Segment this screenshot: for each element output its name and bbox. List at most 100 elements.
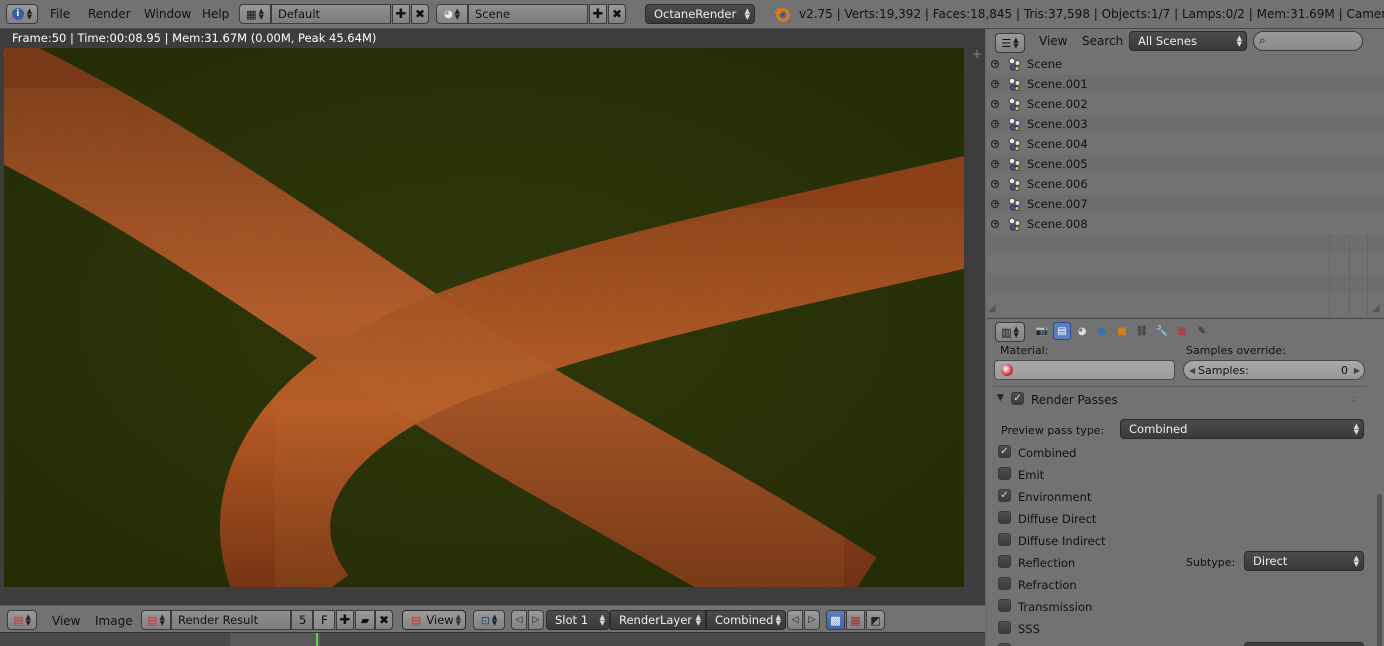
- panel-drag-handle-icon[interactable]: ::::: [1349, 394, 1357, 403]
- menu-help[interactable]: Help: [202, 7, 229, 21]
- tab-scene[interactable]: ◕: [1073, 322, 1091, 340]
- render-passes-enable-checkbox[interactable]: ✓: [1011, 392, 1024, 405]
- outliner-search-input[interactable]: ⌕: [1253, 31, 1363, 51]
- image-editor[interactable]: Frame:50 | Time:00:08.95 | Mem:31.67M (0…: [0, 29, 985, 605]
- menu-file[interactable]: File: [50, 7, 70, 21]
- preview-pass-type-dropdown[interactable]: Combined ▲ ▼: [1120, 419, 1364, 439]
- outliner-item-scene-008[interactable]: + Scene.008: [987, 214, 1384, 234]
- resize-corner-icon[interactable]: ◢: [988, 303, 996, 314]
- combined-label: Combined: [1018, 446, 1077, 460]
- layout-grid-icon: ▦: [246, 7, 257, 21]
- expand-toggle-icon[interactable]: +: [991, 120, 999, 128]
- resize-corner-icon[interactable]: ◢: [1372, 303, 1380, 314]
- outliner-item-scene-006[interactable]: + Scene.006: [987, 174, 1384, 194]
- delete-layout-button[interactable]: ✖: [411, 4, 429, 24]
- render-result-image[interactable]: [4, 48, 964, 587]
- emit-checkbox[interactable]: [998, 467, 1011, 480]
- expand-toggle-icon[interactable]: +: [991, 180, 999, 188]
- slot-previous-button[interactable]: ◁: [511, 610, 527, 630]
- tab-constraints[interactable]: ⛓: [1133, 322, 1151, 340]
- outliner-item-scene-004[interactable]: + Scene.004: [987, 134, 1384, 154]
- outliner-item-scene[interactable]: + Scene: [987, 54, 1384, 74]
- refraction-checkbox[interactable]: [998, 577, 1011, 590]
- environment-checkbox[interactable]: ✓: [998, 489, 1011, 502]
- current-frame-indicator: [316, 633, 318, 646]
- menu-render[interactable]: Render: [88, 7, 131, 21]
- image-users-count[interactable]: 5: [291, 610, 313, 630]
- outliner-item-label: Scene.003: [1027, 117, 1088, 131]
- combined-checkbox[interactable]: ✓: [998, 445, 1011, 458]
- cut-off-dropdown[interactable]: [1244, 642, 1364, 646]
- pivot-dropdown[interactable]: ⊡ ▲ ▼: [473, 610, 505, 630]
- slot-next-button[interactable]: ▷: [528, 610, 544, 630]
- screen-layout-browse-button[interactable]: ▦ ▲ ▼: [239, 4, 271, 24]
- delete-scene-button[interactable]: ✖: [608, 4, 626, 24]
- material-field[interactable]: [994, 360, 1175, 380]
- expand-toggle-icon[interactable]: +: [991, 140, 999, 148]
- outliner-editor[interactable]: ☰ ▲ ▼ View Search All Scenes ▲ ▼ ⌕ + Scene +…: [987, 29, 1384, 317]
- pass-previous-button[interactable]: ◁: [787, 610, 803, 630]
- tab-render[interactable]: 📷: [1033, 322, 1051, 340]
- unlink-image-button[interactable]: ✖: [375, 610, 393, 630]
- outliner-item-scene-002[interactable]: + Scene.002: [987, 94, 1384, 114]
- draw-alpha-button[interactable]: ◩: [866, 610, 885, 630]
- scene-icon: [1007, 157, 1022, 172]
- expand-toggle-icon[interactable]: +: [991, 80, 999, 88]
- reflection-checkbox[interactable]: [998, 555, 1011, 568]
- fake-user-button[interactable]: F: [313, 610, 335, 630]
- editor-type-button[interactable]: ☰ ▲ ▼: [995, 33, 1025, 53]
- draw-color-alpha-button[interactable]: ▩: [826, 610, 845, 630]
- diffuse-indirect-checkbox[interactable]: [998, 533, 1011, 546]
- menu-window[interactable]: Window: [144, 7, 191, 21]
- menu-image[interactable]: Image: [95, 614, 133, 628]
- properties-editor[interactable]: ▥ ▲ ▼ 📷 ▤ ◕ ● ■ ⛓ 🔧 ▦ ✎ Material: Samples…: [987, 318, 1384, 646]
- menu-search[interactable]: Search: [1082, 34, 1123, 48]
- menu-view[interactable]: View: [1039, 34, 1067, 48]
- subtype-dropdown[interactable]: Direct ▲ ▼: [1244, 551, 1364, 571]
- tab-modifiers[interactable]: 🔧: [1153, 322, 1171, 340]
- render-pass-dropdown[interactable]: Combined ▲ ▼: [706, 610, 786, 630]
- add-layout-button[interactable]: ✚: [392, 4, 410, 24]
- expand-toggle-icon[interactable]: +: [991, 200, 999, 208]
- timeline-strip[interactable]: [0, 632, 985, 646]
- new-image-button[interactable]: ✚: [336, 610, 354, 630]
- outliner-item-scene-007[interactable]: + Scene.007: [987, 194, 1384, 214]
- draw-color-button[interactable]: ▦: [846, 610, 865, 630]
- area-split-corner-icon[interactable]: +: [972, 47, 982, 61]
- image-browse-button[interactable]: ▤ ▲ ▼: [141, 610, 171, 630]
- image-name-field[interactable]: Render Result: [171, 610, 291, 630]
- scene-browse-button[interactable]: ◕ ▲ ▼: [436, 4, 468, 24]
- outliner-display-mode-dropdown[interactable]: All Scenes ▲ ▼: [1129, 31, 1247, 51]
- tab-physics[interactable]: ✎: [1193, 322, 1211, 340]
- expand-toggle-icon[interactable]: +: [991, 160, 999, 168]
- outliner-item-scene-003[interactable]: + Scene.003: [987, 114, 1384, 134]
- properties-scrollbar[interactable]: [1377, 494, 1382, 646]
- expand-toggle-icon[interactable]: +: [991, 220, 999, 228]
- transmission-checkbox[interactable]: [998, 599, 1011, 612]
- expand-toggle-icon[interactable]: +: [991, 60, 999, 68]
- view-mode-dropdown[interactable]: ▤ View ▲ ▼: [402, 610, 466, 630]
- panel-collapse-icon[interactable]: ▼: [997, 393, 1004, 403]
- slot-dropdown[interactable]: Slot 1 ▲ ▼: [546, 610, 610, 630]
- open-image-button[interactable]: ▰: [355, 610, 375, 630]
- expand-toggle-icon[interactable]: +: [991, 100, 999, 108]
- sss-checkbox[interactable]: [998, 621, 1011, 634]
- pass-next-button[interactable]: ▷: [804, 610, 820, 630]
- render-layer-dropdown[interactable]: RenderLayer ▲ ▼: [610, 610, 706, 630]
- tab-render-layers[interactable]: ▤: [1053, 322, 1071, 340]
- tab-world[interactable]: ●: [1093, 322, 1111, 340]
- editor-type-button[interactable]: i ▲ ▼: [6, 4, 38, 24]
- samples-field[interactable]: ◀ Samples: 0 ▶: [1183, 360, 1365, 380]
- editor-type-button[interactable]: ▥ ▲ ▼: [995, 322, 1025, 342]
- editor-type-button[interactable]: ▤ ▲ ▼: [7, 610, 37, 630]
- scene-name-field[interactable]: Scene: [468, 4, 588, 24]
- diffuse-direct-checkbox[interactable]: [998, 511, 1011, 524]
- render-engine-dropdown[interactable]: OctaneRender ▲ ▼: [645, 4, 755, 24]
- tab-object[interactable]: ■: [1113, 322, 1131, 340]
- tab-material[interactable]: ▦: [1173, 322, 1191, 340]
- layout-name-field[interactable]: Default: [271, 4, 391, 24]
- add-scene-button[interactable]: ✚: [589, 4, 607, 24]
- outliner-item-scene-001[interactable]: + Scene.001: [987, 74, 1384, 94]
- outliner-item-scene-005[interactable]: + Scene.005: [987, 154, 1384, 174]
- menu-view[interactable]: View: [52, 614, 80, 628]
